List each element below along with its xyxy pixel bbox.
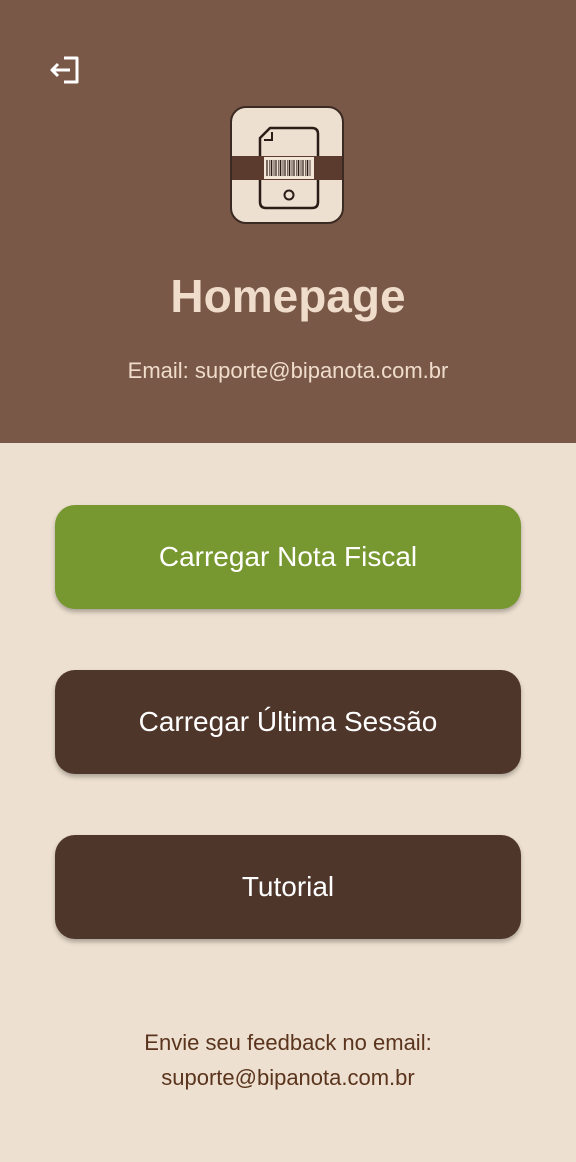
feedback-label: Envie seu feedback no email: [144,1030,432,1055]
load-invoice-button[interactable]: Carregar Nota Fiscal [55,505,521,609]
page-title: Homepage [170,270,406,322]
support-email: Email: suporte@bipanota.com.br [127,358,449,383]
app-logo [230,106,344,224]
app-header: Homepage Email: suporte@bipanota.com.br [0,0,576,443]
load-last-session-button[interactable]: Carregar Última Sessão [55,670,521,774]
logout-icon [50,56,79,84]
feedback-email: suporte@bipanota.com.br [161,1065,415,1090]
document-barcode-phone-icon [232,126,342,210]
tutorial-button[interactable]: Tutorial [55,835,521,939]
feedback-message: Envie seu feedback no email: suporte@bip… [0,1025,576,1095]
logout-button[interactable] [44,52,84,88]
